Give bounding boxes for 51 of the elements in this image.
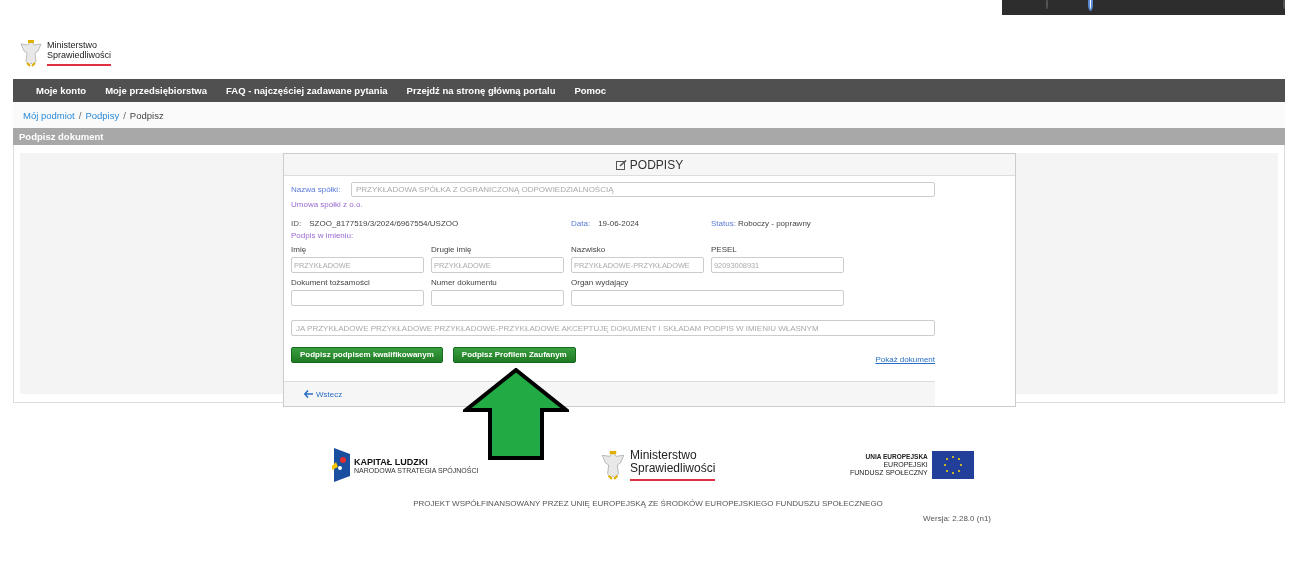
input-field[interactable]: [431, 290, 564, 306]
input-field[interactable]: [571, 290, 844, 306]
eu-flag-icon: [931, 451, 974, 479]
eagle-emblem-icon: [600, 449, 626, 481]
version-text: Wersja: 2.28.0 (n1): [923, 514, 991, 523]
breadcrumb-link[interactable]: Podpisy: [85, 109, 120, 121]
breadcrumb-link[interactable]: Mój podmiot: [23, 109, 75, 121]
current-page-text: Podpisz: [129, 109, 164, 121]
star-flag-icon: [330, 448, 350, 482]
sign-button[interactable]: Podpisz Profilem Zaufanym: [452, 347, 576, 363]
edit-icon: [615, 159, 627, 170]
nav-link[interactable]: Moje konto: [36, 85, 87, 96]
breadcrumb-separator: /: [123, 109, 126, 121]
field-label: ID:: [291, 219, 302, 228]
id-value: SZOO_8177519/3/2024/6967554/USZOO: [309, 219, 459, 228]
nav-link[interactable]: Przejdź na stronę główną portalu: [406, 85, 556, 96]
nav-link[interactable]: Pomoc: [574, 85, 607, 96]
status-value: Roboczy - poprawny: [737, 219, 811, 228]
arrow-left-icon: [304, 390, 313, 398]
nav-link[interactable]: Moje przedsiębiorstwa: [105, 85, 208, 96]
date-value: 19-06-2024: [598, 219, 640, 228]
document-type-label: Umowa spółki z o.o.: [291, 200, 364, 209]
logo-text: Ministerstwo: [47, 40, 98, 50]
field-label: Imię: [291, 245, 308, 254]
logo-text: Ministerstwo: [630, 449, 698, 462]
field-label: Drugie imię: [431, 245, 473, 254]
footer-text: PROJEKT WSPÓŁFINANSOWANY PRZEZ UNIĘ EUROPEJSKĄ ZE ŚRODKÓW EUROPEJSKIEGO FUNDUSZU SPOŁECZNEGO: [412, 499, 884, 508]
logo-text: Sprawiedliwości: [630, 462, 716, 475]
back-link[interactable]: Wstecz: [304, 389, 343, 399]
card-title: PODPISY: [629, 157, 684, 172]
sign-button[interactable]: Podpisz podpisem kwalifikowanym: [291, 347, 443, 363]
logo-text: Sprawiedliwości: [47, 50, 112, 60]
field-label: Numer dokumentu: [431, 278, 498, 287]
breadcrumb-separator: /: [78, 109, 82, 121]
statement-field[interactable]: JA PRZYKŁADOWE PRZYKŁADOWE PRZYKŁADOWE-PRZYKŁADOWE AKCEPTUJĘ DOKUMENT I SKŁADAM PODPIS W IMIENIU WŁASNYM: [291, 320, 935, 336]
nav-link[interactable]: FAQ - najczęściej zadawane pytania: [226, 85, 388, 96]
section-title: Podpisz dokument: [13, 128, 1285, 145]
company-name-field[interactable]: PRZYKŁADOWA SPÓŁKA Z OGRANICZONĄ ODPOWIEDZIALNOŚCIĄ: [351, 182, 935, 197]
field-label: Dokument tożsamości: [291, 278, 371, 287]
field-label: Organ wydający: [571, 278, 630, 287]
eagle-emblem-icon: [19, 39, 43, 67]
section-label: Podpis w imieniu:: [291, 231, 355, 240]
field-label: Nazwisko: [571, 245, 607, 254]
field-label: Nazwa spółki:: [291, 185, 342, 194]
arrow-up-icon: [463, 368, 569, 460]
show-document-link[interactable]: Pokaż dokument: [875, 355, 935, 364]
logo-text: KAPITAŁ LUDZKI: [354, 456, 429, 467]
field-label: PESEL: [711, 245, 738, 254]
field-label: Data:: [571, 219, 591, 228]
input-field[interactable]: [291, 290, 424, 306]
field-label: Status:: [711, 219, 736, 228]
